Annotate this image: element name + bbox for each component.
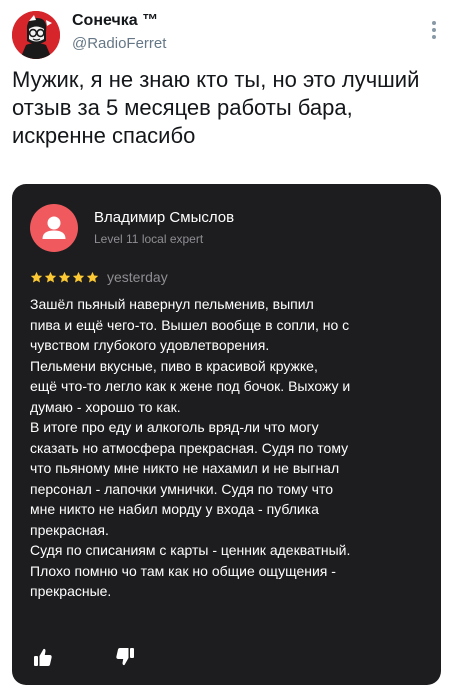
tweet-text-line: Мужик, я не знаю кто ты, но это лучший — [12, 67, 420, 92]
thumbs-down-icon[interactable] — [114, 646, 136, 668]
review-text-line: прекрасные. — [30, 583, 112, 599]
reviewer-name: Владимир Смыслов — [94, 209, 235, 226]
author-handle[interactable]: @RadioFerret — [72, 34, 166, 54]
tweet-text-line: отзыв за 5 месяцев работы бара, — [12, 95, 353, 120]
review-text-line: сказать но атмосфера прекрасная. Судя по… — [30, 439, 349, 456]
review-text-line: думаю - хорошо то как. — [30, 398, 181, 415]
review-text-line: чувством глубокого удовлетворения. — [30, 337, 270, 353]
review-rating-row: yesterday — [30, 268, 168, 286]
star-icon — [86, 271, 99, 283]
review-text: Зашёл пьяный навернул пельменив, выпил п… — [30, 294, 428, 602]
reviewer-avatar — [30, 204, 78, 252]
review-text-line: Плохо помню чо там как но общие ощущения… — [30, 562, 336, 579]
tweet-text: Мужик, я не знаю кто ты, но это лучший о… — [12, 66, 440, 150]
review-text-line: Судя по списаниям с карты - ценник адекв… — [30, 542, 351, 558]
more-vertical-icon[interactable] — [430, 18, 438, 42]
review-text-line: ещё что-то легло как к жене под бочок. В… — [30, 378, 351, 394]
author-avatar-image — [12, 11, 60, 59]
author-display-name[interactable]: Сонечка ™ — [72, 11, 166, 31]
user-icon — [42, 216, 66, 239]
review-text-line: В итоге про еду и алкоголь вряд-ли что м… — [30, 419, 319, 435]
review-actions — [32, 646, 136, 668]
review-text-line: мне никто не набил морду у входа - публи… — [30, 501, 319, 517]
reviewer-level: Level 11 local expert — [94, 232, 204, 246]
rating-stars — [30, 271, 99, 284]
review-text-line: пива и ещё чего-то. Вышел вообще в сопли… — [30, 316, 350, 333]
thumbs-up-icon[interactable] — [32, 646, 54, 668]
star-icon — [44, 271, 57, 283]
review-text-line: Зашёл пьяный навернул пельменив, выпил — [30, 296, 314, 312]
review-screenshot[interactable]: Владимир Смыслов Level 11 local expert y… — [12, 184, 441, 685]
star-icon — [30, 271, 43, 283]
review-text-line: Пельмени вкусные, пиво в красивой кружке… — [30, 357, 318, 374]
star-icon — [72, 271, 85, 283]
tweet: Сонечка ™ @RadioFerret Мужик, я не знаю … — [0, 0, 452, 692]
review-text-line: прекрасная. — [30, 521, 109, 538]
tweet-text-line: искренне спасибо — [12, 123, 196, 148]
review-text-line: что пьяному мне никто не нахамил и не вы… — [30, 460, 340, 476]
star-icon — [58, 271, 71, 283]
review-date: yesterday — [107, 269, 168, 285]
author-avatar[interactable] — [12, 11, 60, 59]
tweet-author: Сонечка ™ @RadioFerret — [72, 11, 166, 54]
review-text-line: персонал - лапочки умнички. Судя по тому… — [30, 480, 333, 497]
